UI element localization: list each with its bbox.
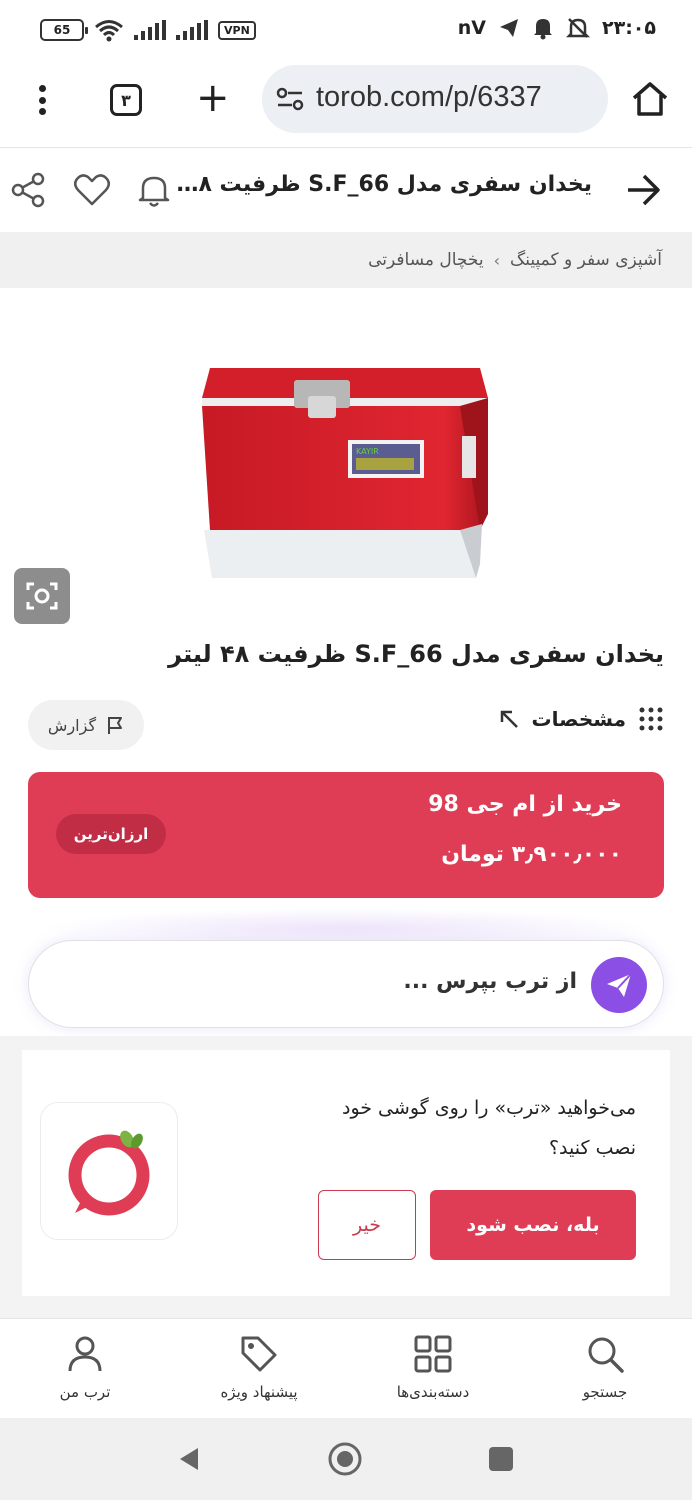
send-button[interactable]: [591, 957, 647, 1013]
status-right: nV ۲۳:۰۵: [458, 16, 656, 40]
home-icon[interactable]: [630, 80, 670, 118]
install-prompt-line-1: می‌خواهید «ترب» را روی گوشی خود: [342, 1097, 636, 1119]
nav-item-search[interactable]: جستجو: [530, 1333, 680, 1401]
notification-bell-icon: [534, 19, 552, 40]
share-icon[interactable]: [8, 170, 48, 210]
back-arrow-icon[interactable]: [624, 172, 662, 208]
report-label: گزارش: [47, 715, 97, 735]
new-tab-plus-icon[interactable]: +: [196, 76, 230, 120]
user-icon: [68, 1336, 102, 1372]
nav-item-categories[interactable]: دسته‌بندی‌ها: [358, 1333, 508, 1401]
nav-label-search: جستجو: [582, 1383, 628, 1401]
breadcrumb-separator: ›: [493, 250, 501, 270]
browser-toolbar: ۳ + torob.com/p/6337: [0, 60, 692, 148]
wifi-icon: [95, 20, 123, 42]
product-brand-label: KAYIR: [356, 447, 379, 456]
header-product-title: یخدان سفری مدل S.F_66 ظرفیت ۴۸ ...: [172, 172, 592, 197]
status-left: 65 VPN: [40, 18, 256, 42]
specs-label: مشخصات: [531, 707, 626, 731]
nav-item-my-torob[interactable]: ترب من: [10, 1333, 160, 1401]
arrow-up-left-icon: [500, 710, 518, 728]
send-icon: [607, 973, 632, 997]
network-speed: nV: [457, 17, 486, 39]
offer-store: خرید از ام جی 98: [428, 792, 622, 817]
battery-indicator: 65: [40, 19, 88, 41]
alarm-off-icon: [566, 18, 590, 38]
nav-label-special-offers: پیشنهاد ویژه: [220, 1383, 298, 1401]
system-navigation-bar: [0, 1418, 692, 1500]
signal-icon-2: [176, 20, 208, 40]
breadcrumb-item-travel-fridge[interactable]: یخچال مسافرتی: [368, 250, 483, 270]
status-bar: 65 VPN nV ۲۳:۰۵: [0, 0, 692, 60]
visual-search-button[interactable]: [14, 568, 70, 624]
cheapest-badge: ارزان‌ترین: [56, 814, 166, 854]
install-prompt-line-2: نصب کنید؟: [548, 1137, 636, 1159]
browser-menu-icon[interactable]: [28, 82, 56, 118]
vpn-badge: VPN: [218, 20, 256, 40]
system-home-icon[interactable]: [326, 1440, 364, 1478]
grid-dots-icon: [639, 707, 663, 731]
product-title: یخدان سفری مدل S.F_66 ظرفیت ۴۸ لیتر: [168, 640, 664, 668]
grid-icon: [414, 1335, 452, 1373]
torob-app-logo: [40, 1102, 178, 1240]
offer-price: ۳٫۹۰۰٫۰۰۰ تومان: [441, 842, 622, 867]
install-app-section: می‌خواهید «ترب» را روی گوشی خود نصب کنید…: [0, 1036, 692, 1318]
url-text: torob.com/p/6337: [316, 81, 542, 113]
tab-switcher-button[interactable]: ۳: [110, 84, 142, 116]
signal-icon-1: [134, 20, 166, 40]
product-header: یخدان سفری مدل S.F_66 ظرفیت ۴۸ ...: [0, 148, 692, 232]
install-app-card: می‌خواهید «ترب» را روی گوشی خود نصب کنید…: [22, 1050, 670, 1296]
camera-lens-icon: [26, 582, 58, 610]
nav-label-my-torob: ترب من: [59, 1383, 111, 1401]
system-back-icon[interactable]: [170, 1440, 208, 1478]
buy-offer-card[interactable]: خرید از ام جی 98 ۳٫۹۰۰٫۰۰۰ تومان ارزان‌ت…: [28, 772, 664, 898]
tag-icon: [241, 1336, 277, 1372]
torob-logo-icon: [68, 1130, 150, 1216]
install-no-button[interactable]: خیر: [318, 1190, 416, 1260]
product-content: KAYIR یخدان سفری مدل S.F_66 ظرفیت ۴۸ لیت…: [0, 288, 692, 1318]
ask-torob-input[interactable]: از ترب بپرس ...: [28, 940, 664, 1028]
ask-placeholder: از ترب بپرس ...: [403, 969, 577, 994]
bell-icon[interactable]: [134, 170, 174, 210]
report-button[interactable]: گزارش: [28, 700, 144, 750]
site-settings-icon[interactable]: [276, 87, 304, 111]
heart-icon[interactable]: [72, 170, 112, 210]
telegram-icon: [500, 19, 518, 37]
nav-item-special-offers[interactable]: پیشنهاد ویژه: [184, 1333, 334, 1401]
nav-label-categories: دسته‌بندی‌ها: [396, 1383, 470, 1401]
search-icon: [588, 1337, 624, 1373]
flag-icon: [108, 717, 123, 734]
breadcrumb-item-camping-kitchen[interactable]: آشپزی سفر و کمپینگ: [510, 250, 662, 270]
system-recents-icon[interactable]: [482, 1440, 520, 1478]
bottom-navigation: جستجو دسته‌بندی‌ها پیشنهاد ویژه ترب من: [0, 1318, 692, 1418]
specs-link[interactable]: مشخصات: [498, 706, 664, 732]
address-bar[interactable]: torob.com/p/6337: [262, 65, 608, 133]
product-image[interactable]: KAYIR: [190, 354, 510, 584]
install-yes-button[interactable]: بله، نصب شود: [430, 1190, 636, 1260]
breadcrumb: آشپزی سفر و کمپینگ › یخچال مسافرتی: [0, 232, 692, 288]
install-prompt-text: می‌خواهید «ترب» را روی گوشی خود نصب کنید…: [236, 1088, 636, 1168]
clock: ۲۳:۰۵: [602, 17, 656, 39]
